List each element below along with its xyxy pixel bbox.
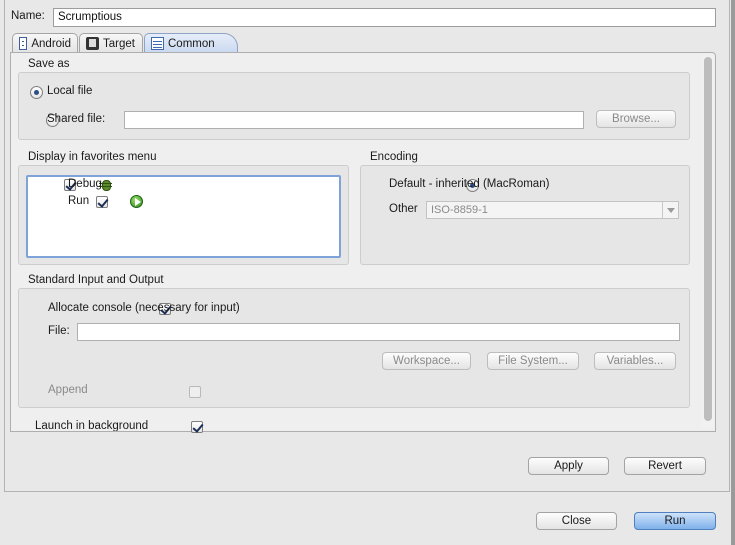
tab-common[interactable]: Common (144, 33, 238, 53)
launch-background-checkbox[interactable] (191, 421, 204, 433)
shared-file-input[interactable] (124, 111, 584, 129)
chevron-down-icon (662, 202, 678, 218)
target-icon (86, 37, 99, 50)
encoding-title: Encoding (370, 151, 418, 163)
encoding-other-label: Other (389, 203, 418, 215)
favorite-run-checkbox[interactable] (95, 196, 108, 208)
append-label: Append (48, 384, 88, 396)
name-input[interactable]: Scrumptious (53, 8, 716, 27)
common-icon (151, 37, 164, 50)
run-button[interactable]: Run (634, 512, 716, 530)
run-play-icon (130, 195, 144, 208)
file-input[interactable] (77, 323, 680, 341)
tab-android[interactable]: Android (12, 33, 78, 53)
local-file-radio[interactable] (30, 86, 43, 99)
tab-target[interactable]: Target (79, 33, 143, 53)
file-system-button[interactable]: File System... (487, 352, 579, 370)
variables-button[interactable]: Variables... (594, 352, 676, 370)
name-label: Name: (11, 10, 45, 22)
revert-button[interactable]: Revert (624, 457, 706, 475)
std-io-title: Standard Input and Output (28, 274, 164, 286)
save-as-group (18, 72, 690, 140)
tab-target-label: Target (103, 37, 135, 50)
close-button[interactable]: Close (536, 512, 617, 530)
tab-android-label: Android (31, 37, 71, 50)
browse-button[interactable]: Browse... (596, 110, 676, 128)
encoding-select-value: ISO-8859-1 (431, 204, 488, 216)
favorite-debug-label: Debug (68, 178, 102, 190)
allocate-console-label: Allocate console (necessary for input) (48, 302, 240, 314)
favorite-run-label: Run (68, 195, 90, 207)
local-file-label: Local file (47, 85, 93, 97)
android-doc-icon (19, 37, 28, 50)
file-label: File: (48, 325, 70, 337)
launch-background-label: Launch in background (35, 420, 149, 431)
window-edge (731, 0, 735, 545)
workspace-button[interactable]: Workspace... (382, 352, 471, 370)
shared-file-label: Shared file: (47, 113, 106, 125)
encoding-select[interactable]: ISO-8859-1 (426, 201, 679, 219)
save-as-title: Save as (28, 58, 70, 70)
favorites-title: Display in favorites menu (28, 151, 157, 163)
encoding-default-label: Default - inherited (MacRoman) (389, 178, 550, 190)
append-checkbox[interactable] (189, 386, 202, 398)
apply-button[interactable]: Apply (528, 457, 609, 475)
tab-common-label: Common (168, 37, 215, 50)
scrollbar-thumb[interactable] (704, 57, 712, 421)
